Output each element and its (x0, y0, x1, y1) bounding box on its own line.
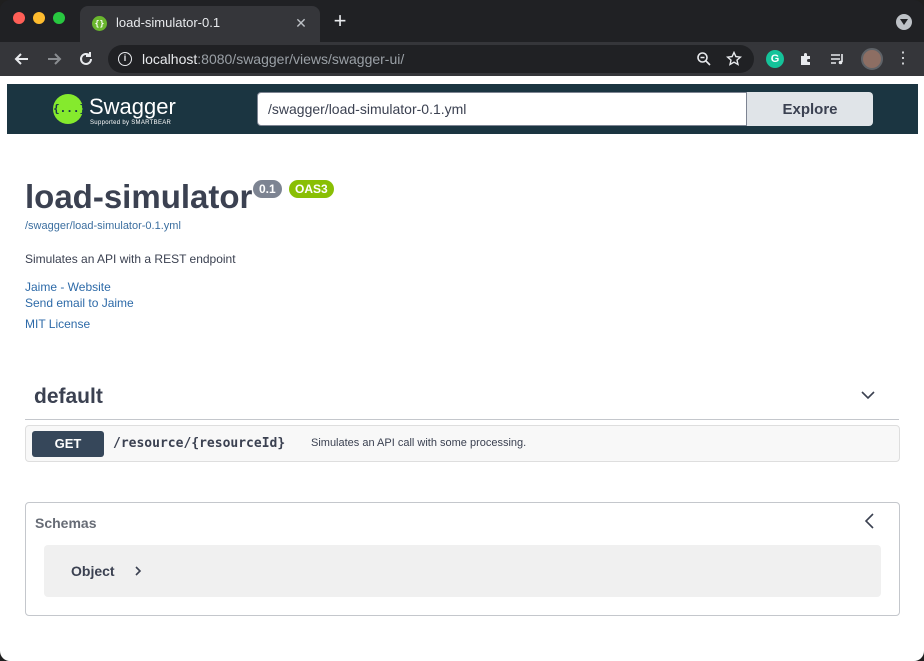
schema-model-object[interactable]: Object (44, 545, 881, 597)
oas-badge: OAS3 (289, 180, 334, 198)
swagger-favicon-icon: {} (92, 16, 107, 31)
swagger-logo-text[interactable]: Swagger (89, 94, 176, 120)
operation-get-resource[interactable]: GET /resource/{resourceId} Simulates an … (25, 425, 900, 462)
operation-path: /resource/{resourceId} (113, 436, 286, 451)
spec-url-input[interactable] (257, 92, 747, 126)
tab-title: load-simulator-0.1 (116, 15, 221, 30)
browser-toolbar: i localhost:8080/swagger/views/swagger-u… (0, 42, 924, 76)
operation-summary: Simulates an API call with some processi… (311, 437, 527, 449)
browser-menu-icon[interactable]: ⋮ (894, 50, 912, 68)
chevron-right-icon[interactable] (133, 566, 143, 576)
license-link[interactable]: MIT License (25, 317, 90, 331)
chevron-down-icon[interactable] (861, 388, 875, 402)
minimize-window-button[interactable] (33, 12, 45, 24)
new-tab-button[interactable]: + (329, 10, 351, 32)
contact-website-link[interactable]: Jaime - Website (25, 280, 111, 294)
reload-icon (80, 52, 92, 65)
spec-file-link[interactable]: /swagger/load-simulator-0.1.yml (25, 220, 181, 232)
browser-tab[interactable]: {} load-simulator-0.1 ✕ (80, 6, 320, 42)
tab-strip: {} load-simulator-0.1 ✕ + (0, 0, 924, 42)
profile-avatar[interactable] (861, 48, 883, 70)
version-badge: 0.1 (253, 180, 282, 198)
tab-search-icon[interactable] (896, 14, 912, 30)
page-content: {...} Swagger Supported by SMARTBEAR Exp… (0, 76, 924, 661)
back-button[interactable] (10, 47, 34, 71)
close-window-button[interactable] (13, 12, 25, 24)
site-info-icon[interactable]: i (118, 52, 132, 66)
api-title: load-simulator (25, 178, 253, 215)
contact-email-link[interactable]: Send email to Jaime (25, 296, 134, 310)
url-text[interactable]: localhost:8080/swagger/views/swagger-ui/ (142, 51, 404, 67)
arrow-right-icon (48, 53, 62, 65)
model-name: Object (71, 563, 115, 579)
tag-section-default[interactable]: default (25, 376, 899, 420)
bookmark-star-icon[interactable] (724, 49, 744, 69)
http-method-badge: GET (32, 431, 104, 457)
chevron-left-icon[interactable] (863, 513, 877, 529)
extensions-puzzle-icon[interactable] (797, 50, 815, 68)
zoom-icon[interactable] (694, 49, 714, 69)
media-control-icon[interactable] (828, 50, 846, 68)
swagger-topbar: {...} Swagger Supported by SMARTBEAR Exp… (7, 84, 918, 134)
api-description: Simulates an API with a REST endpoint (25, 252, 236, 266)
arrow-left-icon (14, 53, 28, 65)
address-bar[interactable]: i localhost:8080/swagger/views/swagger-u… (108, 45, 754, 73)
schemas-title[interactable]: Schemas (35, 515, 96, 531)
tab-close-icon[interactable]: ✕ (292, 14, 310, 32)
swagger-logo-subtitle: Supported by SMARTBEAR (90, 120, 172, 126)
tag-title: default (34, 385, 103, 408)
swagger-logo-icon[interactable]: {...} (53, 94, 86, 124)
grammarly-extension-icon[interactable]: G (766, 50, 784, 68)
browser-window: {} load-simulator-0.1 ✕ + i localhost:80… (0, 0, 924, 661)
forward-button[interactable] (42, 47, 66, 71)
maximize-window-button[interactable] (53, 12, 65, 24)
reload-button[interactable] (74, 47, 98, 71)
explore-button[interactable]: Explore (747, 92, 873, 126)
schemas-section: Schemas Object (25, 502, 900, 616)
